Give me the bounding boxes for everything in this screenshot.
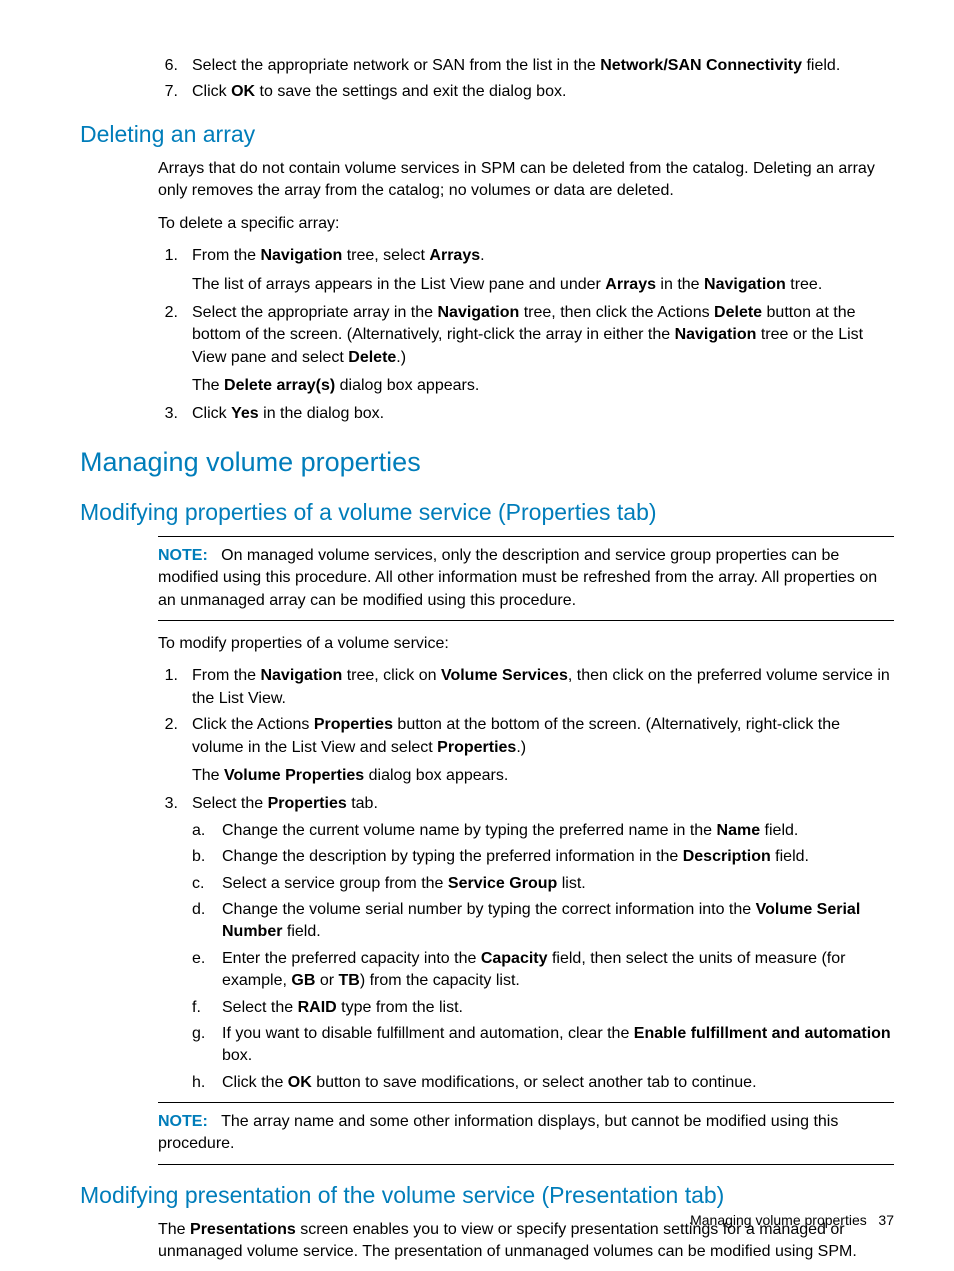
list-item: e.Enter the preferred capacity into the … [192, 948, 894, 993]
list-item: d.Change the volume serial number by typ… [192, 899, 894, 944]
list-letter: f. [192, 997, 222, 1019]
list-item: f.Select the RAID type from the list. [192, 997, 894, 1019]
list-letter: b. [192, 846, 222, 868]
list-text: Select the RAID type from the list. [222, 997, 894, 1019]
list-text: From the Navigation tree, click on Volum… [192, 665, 894, 710]
section-heading-modifying-presentation: Modifying presentation of the volume ser… [80, 1179, 894, 1211]
paragraph: Arrays that do not contain volume servic… [158, 158, 894, 203]
ordered-list: 1. From the Navigation tree, select Arra… [158, 245, 894, 267]
list-text: Click the Actions Properties button at t… [192, 714, 894, 759]
list-letter: g. [192, 1023, 222, 1068]
list-text: From the Navigation tree, select Arrays. [192, 245, 894, 267]
list-item: 2. Select the appropriate array in the N… [158, 302, 894, 369]
list-item: 6. Select the appropriate network or SAN… [158, 55, 894, 77]
list-number: 7. [158, 81, 192, 103]
note-box: NOTE: On managed volume services, only t… [158, 536, 894, 621]
list-letter: e. [192, 948, 222, 993]
list-text: Change the volume serial number by typin… [222, 899, 894, 944]
list-item: b.Change the description by typing the p… [192, 846, 894, 868]
list-item: 1. From the Navigation tree, click on Vo… [158, 665, 894, 710]
footer-label: Managing volume properties [690, 1212, 867, 1228]
intro-ordered-list: 6. Select the appropriate network or SAN… [158, 55, 894, 104]
ordered-list: 2. Select the appropriate array in the N… [158, 302, 894, 369]
list-text: Select the appropriate array in the Navi… [192, 302, 894, 369]
note-box: NOTE: The array name and some other info… [158, 1102, 894, 1165]
list-text: Click OK to save the settings and exit t… [192, 81, 894, 103]
list-number: 3. [158, 793, 192, 815]
page-number: 37 [878, 1212, 894, 1228]
paragraph: To modify properties of a volume service… [158, 633, 894, 655]
list-item: 2. Click the Actions Properties button a… [158, 714, 894, 759]
page-footer: Managing volume properties 37 [690, 1211, 894, 1231]
list-item: 1. From the Navigation tree, select Arra… [158, 245, 894, 267]
paragraph: To delete a specific array: [158, 213, 894, 235]
list-number: 3. [158, 403, 192, 425]
list-text: Select a service group from the Service … [222, 873, 894, 895]
note-text: On managed volume services, only the des… [158, 547, 877, 609]
nested-list: a.Change the current volume name by typi… [192, 820, 894, 1094]
ordered-list: 3. Select the Properties tab. [158, 793, 894, 815]
list-letter: h. [192, 1072, 222, 1094]
list-number: 2. [158, 302, 192, 369]
note-label: NOTE: [158, 547, 208, 564]
list-letter: c. [192, 873, 222, 895]
list-text: Click the OK button to save modification… [222, 1072, 894, 1094]
list-item: g.If you want to disable fulfillment and… [192, 1023, 894, 1068]
list-text: Select the Properties tab. [192, 793, 894, 815]
section-heading-managing-volume: Managing volume properties [80, 444, 894, 482]
list-text: Change the description by typing the pre… [222, 846, 894, 868]
list-number: 2. [158, 714, 192, 759]
list-text: Click Yes in the dialog box. [192, 403, 894, 425]
ordered-list: 3. Click Yes in the dialog box. [158, 403, 894, 425]
list-text: If you want to disable fulfillment and a… [222, 1023, 894, 1068]
list-item: h.Click the OK button to save modificati… [192, 1072, 894, 1094]
ordered-list: 1. From the Navigation tree, click on Vo… [158, 665, 894, 759]
list-item: c.Select a service group from the Servic… [192, 873, 894, 895]
list-item: 3. Click Yes in the dialog box. [158, 403, 894, 425]
list-number: 6. [158, 55, 192, 77]
sub-paragraph: The list of arrays appears in the List V… [192, 274, 894, 296]
section-heading-deleting-array: Deleting an array [80, 118, 894, 150]
list-letter: d. [192, 899, 222, 944]
sub-paragraph: The Volume Properties dialog box appears… [192, 765, 894, 787]
list-letter: a. [192, 820, 222, 842]
list-number: 1. [158, 665, 192, 710]
section-heading-modifying-props: Modifying properties of a volume service… [80, 496, 894, 528]
list-text: Enter the preferred capacity into the Ca… [222, 948, 894, 993]
list-text: Select the appropriate network or SAN fr… [192, 55, 894, 77]
list-number: 1. [158, 245, 192, 267]
sub-paragraph: The Delete array(s) dialog box appears. [192, 375, 894, 397]
list-text: Change the current volume name by typing… [222, 820, 894, 842]
list-item: 7. Click OK to save the settings and exi… [158, 81, 894, 103]
list-item: 3. Select the Properties tab. [158, 793, 894, 815]
note-label: NOTE: [158, 1113, 208, 1130]
note-text: The array name and some other informatio… [158, 1113, 838, 1152]
list-item: a.Change the current volume name by typi… [192, 820, 894, 842]
